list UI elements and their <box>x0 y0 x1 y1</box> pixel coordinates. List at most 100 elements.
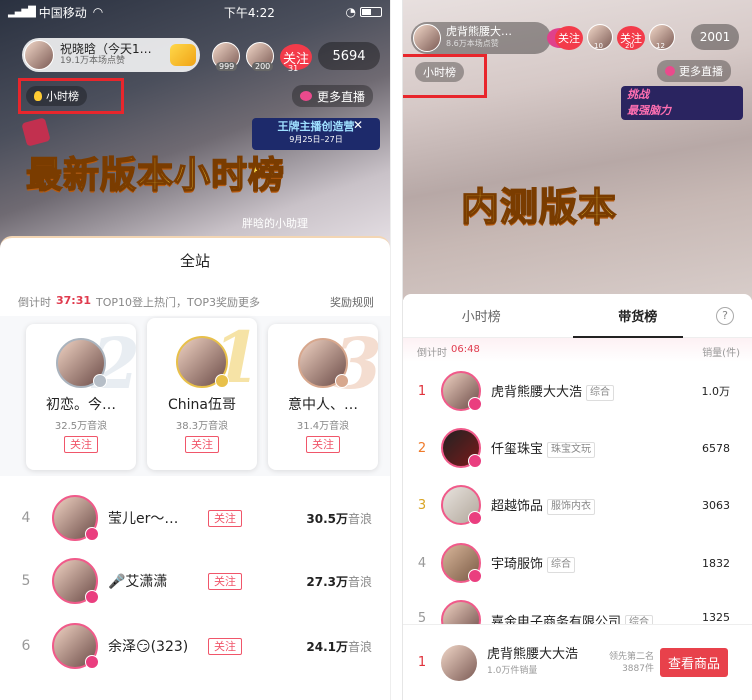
challenge-banner-line1: 挑战 <box>627 88 649 101</box>
host-name: 虎背熊腰大… <box>446 25 512 38</box>
host-capsule[interactable]: 祝晓晗（今天1… 19.1万本场点赞 <box>22 38 200 72</box>
user-score: 32.5万音浪 <box>54 421 108 432</box>
host-sales: 1.0万件销量 <box>487 665 538 676</box>
rank-number: 4 <box>21 510 31 526</box>
countdown-timer: 06:48 <box>451 344 480 355</box>
overlay-caption: 内测版本 <box>460 184 618 230</box>
list-item[interactable]: 5 嘉金电子商务有限公司 综合 1325 <box>403 597 752 627</box>
follow-button[interactable]: 关注 <box>208 637 242 655</box>
viewer-badge: 12 <box>656 42 665 50</box>
host-avatar[interactable] <box>24 40 54 70</box>
viewer-count[interactable]: 5694 <box>318 42 380 70</box>
rank-number: 1 <box>417 655 427 670</box>
shop-avatar[interactable] <box>441 543 482 583</box>
annotation-highlight-box <box>403 54 487 98</box>
host-name: 虎背熊腰大大浩 <box>487 646 579 662</box>
annotation-highlight-box <box>18 78 124 114</box>
close-icon[interactable]: ✕ <box>348 118 368 134</box>
user-score: 27.3万音浪 <box>306 574 372 589</box>
user-avatar[interactable] <box>176 336 229 388</box>
host-likes: 19.1万本场点赞 <box>60 56 126 66</box>
shop-avatar[interactable] <box>441 428 482 468</box>
lead-label: 领先第二名 <box>608 651 654 662</box>
host-capsule[interactable]: 虎背熊腰大… 8.6万本场点赞 <box>411 22 573 54</box>
lead-value: 3887件 <box>622 663 654 674</box>
viewer-badge: 200 <box>252 62 274 71</box>
countdown-description: TOP10登上热门，TOP3奖励更多 <box>96 296 261 309</box>
user-name: 莹儿er～… <box>108 511 179 527</box>
rank-number: 3 <box>417 497 427 513</box>
user-score: 38.3万音浪 <box>175 421 229 432</box>
list-item[interactable]: 2 仟玺珠宝 珠宝文玩 6578 <box>403 425 752 471</box>
category-tag: 服饰内衣 <box>547 498 596 515</box>
follow-button[interactable]: 关注 <box>208 572 242 590</box>
rank-number: 6 <box>21 638 31 654</box>
top-card-rank1[interactable]: 1 China伍哥 38.3万音浪 关注 <box>147 318 257 470</box>
user-avatar[interactable] <box>298 338 349 388</box>
host-likes: 8.6万本场点赞 <box>446 39 499 48</box>
list-item[interactable]: 6 余泽😏(323) 关注 24.1万音浪 <box>0 621 390 671</box>
countdown-bar: 倒计时 06:48 销量(件) <box>403 338 752 362</box>
sales-value: 3063 <box>702 498 730 512</box>
host-avatar[interactable] <box>441 644 477 681</box>
view-products-button[interactable]: 查看商品 <box>659 648 728 677</box>
gift-icon[interactable] <box>170 44 196 66</box>
shop-avatar[interactable] <box>441 371 482 411</box>
follow-button[interactable]: 关注 <box>555 26 583 50</box>
host-avatar[interactable] <box>413 24 441 52</box>
viewer-badge: 10 <box>594 42 603 50</box>
user-score: 30.5万音浪 <box>306 511 372 526</box>
list-item[interactable]: 5 🎤艾潇潇 关注 27.3万音浪 <box>0 556 390 606</box>
tab-sales-rank[interactable]: 带货榜 <box>560 306 717 325</box>
more-live-button[interactable]: 更多直播 <box>657 60 731 82</box>
level-badge-icon <box>85 590 99 604</box>
level-badge-icon <box>335 374 349 388</box>
list-item[interactable]: 1 虎背熊腰大大浩 综合 1.0万 <box>403 368 752 414</box>
level-badge-icon <box>93 374 107 388</box>
host-name: 祝晓晗（今天1… <box>60 42 152 56</box>
category-tag: 珠宝文玩 <box>547 441 596 458</box>
list-item[interactable]: 3 超越饰品 服饰内衣 3063 <box>403 482 752 528</box>
countdown-timer: 37:31 <box>56 294 92 307</box>
rank-number: 4 <box>417 555 427 571</box>
viewer-count[interactable]: 2001 <box>691 24 739 50</box>
active-tab-underline <box>573 336 683 338</box>
user-avatar[interactable] <box>52 495 99 541</box>
follow-button[interactable]: 关注 <box>208 509 242 527</box>
category-tag: 综合 <box>586 384 615 401</box>
wifi-icon: ◠ <box>92 5 104 19</box>
follow-button[interactable]: 关注 <box>306 436 340 453</box>
shop-avatar[interactable] <box>441 600 482 627</box>
watermark: 胖晗的小助理 <box>242 217 308 230</box>
user-avatar[interactable] <box>56 338 107 388</box>
tab-hour-rank[interactable]: 小时榜 <box>403 306 560 325</box>
user-name: 余泽😏(323) <box>108 639 189 655</box>
level-badge-icon <box>468 511 482 525</box>
sales-value: 1.0万 <box>701 385 731 398</box>
level-badge-icon <box>85 527 99 541</box>
user-score: 31.4万音浪 <box>296 421 350 432</box>
live-icon <box>665 66 675 76</box>
user-avatar[interactable] <box>52 558 99 604</box>
category-tag: 综合 <box>547 556 576 573</box>
follow-badge: 31 <box>288 64 299 73</box>
shop-avatar[interactable] <box>441 485 482 525</box>
more-live-button[interactable]: 更多直播 <box>292 85 374 107</box>
help-icon[interactable]: ? <box>716 306 734 325</box>
user-avatar[interactable] <box>52 623 99 669</box>
viewer-badge: 999 <box>216 62 238 71</box>
list-item[interactable]: 4 宇琦服饰 综合 1832 <box>403 540 752 586</box>
sales-column-label: 销量(件) <box>702 348 740 359</box>
challenge-banner[interactable]: 挑战 最强脑力 <box>621 86 743 120</box>
rules-link[interactable]: 奖励规则 <box>330 294 374 310</box>
top-card-rank3[interactable]: 3 意中人、… 31.4万音浪 关注 <box>268 324 378 470</box>
list-item[interactable]: 4 莹儿er～… 关注 30.5万音浪 <box>0 493 390 543</box>
follow-button[interactable]: 关注 <box>64 436 98 453</box>
follow-button[interactable]: 关注 <box>185 436 219 453</box>
clock-time: 下午4:22 <box>223 5 275 20</box>
level-badge-icon <box>85 655 99 669</box>
level-badge-icon <box>468 397 482 411</box>
top-card-rank2[interactable]: 2 初恋。今… 32.5万音浪 关注 <box>26 324 136 470</box>
level-badge-icon <box>215 374 229 388</box>
user-score: 24.1万音浪 <box>306 639 372 654</box>
